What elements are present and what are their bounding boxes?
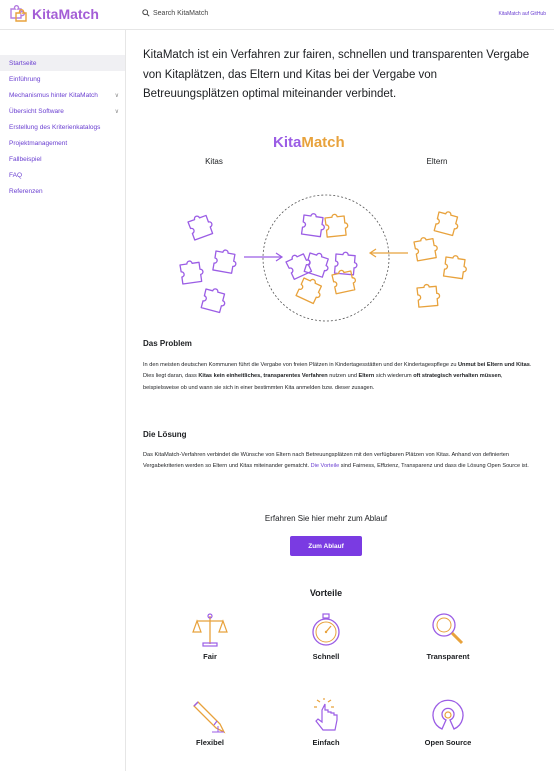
illustration-title: KitaMatch — [273, 134, 345, 151]
cta-heading: Erfahren Sie hier mehr zum Ablauf — [264, 514, 388, 523]
kitas-puzzle-pieces — [178, 211, 239, 314]
label-eltern: Eltern — [427, 157, 448, 166]
problem-heading: Das Problem — [143, 339, 192, 348]
kitamatch-logo-icon — [10, 5, 27, 22]
search-icon — [142, 9, 150, 17]
stopwatch-icon — [312, 613, 340, 646]
search-button[interactable]: Search KitaMatch — [142, 9, 208, 17]
eltern-puzzle-pieces — [412, 208, 469, 308]
advantage-label: Einfach — [312, 738, 340, 747]
sidebar-item-fallbeispiel[interactable]: Fallbeispiel — [0, 151, 125, 167]
magnifier-icon — [432, 613, 464, 645]
sidebar-item-einfuehrung[interactable]: Einführung — [0, 71, 125, 87]
matched-puzzle-pieces — [284, 211, 359, 306]
scale-icon — [192, 613, 228, 647]
advantage-label: Fair — [203, 652, 217, 661]
logo-link[interactable]: KitaMatch — [8, 5, 99, 23]
open-source-icon — [432, 699, 464, 730]
main-content: KitaMatch ist ein Verfahren zur fairen, … — [126, 30, 554, 771]
sidebar-item-label: Einführung — [9, 75, 41, 83]
problem-text: In den meisten deutschen Kommunen führt … — [143, 362, 532, 391]
sidebar-item-uebersicht-software[interactable]: Übersicht Software ∨ — [0, 103, 125, 119]
search-label: Search KitaMatch — [153, 9, 209, 17]
solution-heading: Die Lösung — [143, 430, 187, 439]
sidebar: Startseite Einführung Mechanismus hinter… — [0, 30, 126, 771]
solution-text: Das KitaMatch-Verfahren verbindet die Wü… — [143, 452, 529, 470]
github-link[interactable]: KitaMatch auf GitHub — [498, 11, 546, 17]
sidebar-item-kriterienkatalog[interactable]: Erstellung des Kriterienkatalogs — [0, 119, 125, 135]
sidebar-item-projektmanagement[interactable]: Projektmanagement — [0, 135, 125, 151]
advantage-schnell: Schnell — [286, 610, 366, 661]
sidebar-item-label: Projektmanagement — [9, 139, 68, 147]
advantage-label: Schnell — [312, 652, 340, 661]
sidebar-item-mechanismus[interactable]: Mechanismus hinter KitaMatch ∨ — [0, 87, 125, 103]
sidebar-item-label: Fallbeispiel — [9, 155, 42, 163]
sidebar-item-label: Übersicht Software — [9, 107, 64, 115]
zum-ablauf-button[interactable]: Zum Ablauf — [290, 536, 362, 556]
sidebar-item-referenzen[interactable]: Referenzen — [0, 183, 125, 199]
advantage-transparent: Transparent — [408, 610, 488, 661]
sidebar-item-label: Erstellung des Kriterienkatalogs — [9, 123, 101, 131]
sidebar-item-label: Referenzen — [9, 187, 43, 195]
sidebar-item-label: Startseite — [9, 59, 37, 67]
sidebar-item-faq[interactable]: FAQ — [0, 167, 125, 183]
hand-click-icon — [314, 698, 338, 731]
advantage-label: Flexibel — [196, 738, 224, 747]
vorteile-title: Vorteile — [309, 588, 343, 598]
vorteile-link[interactable]: Die Vorteile — [311, 463, 340, 469]
advantage-flexibel: Flexibel — [170, 696, 250, 747]
advantage-einfach: Einfach — [286, 696, 366, 747]
pencil-icon — [193, 701, 226, 734]
intro-text: KitaMatch ist ein Verfahren zur fairen, … — [143, 49, 530, 100]
sidebar-item-label: Mechanismus hinter KitaMatch — [9, 91, 98, 99]
logo-text: KitaMatch — [32, 6, 99, 22]
advantage-label: Open Source — [424, 738, 472, 747]
advantage-open-source: Open Source — [408, 696, 488, 747]
advantage-fair: Fair — [170, 610, 250, 661]
top-bar: KitaMatch Search KitaMatch KitaMatch auf… — [0, 0, 554, 30]
sidebar-item-label: FAQ — [9, 171, 23, 179]
label-kitas: Kitas — [205, 157, 223, 166]
advantage-label: Transparent — [426, 652, 470, 661]
kitamatch-illustration: KitaMatch Kitas Eltern — [178, 134, 469, 322]
sidebar-item-startseite[interactable]: Startseite — [0, 55, 125, 71]
chevron-down-icon[interactable]: ∨ — [115, 92, 119, 99]
chevron-down-icon[interactable]: ∨ — [115, 108, 119, 115]
